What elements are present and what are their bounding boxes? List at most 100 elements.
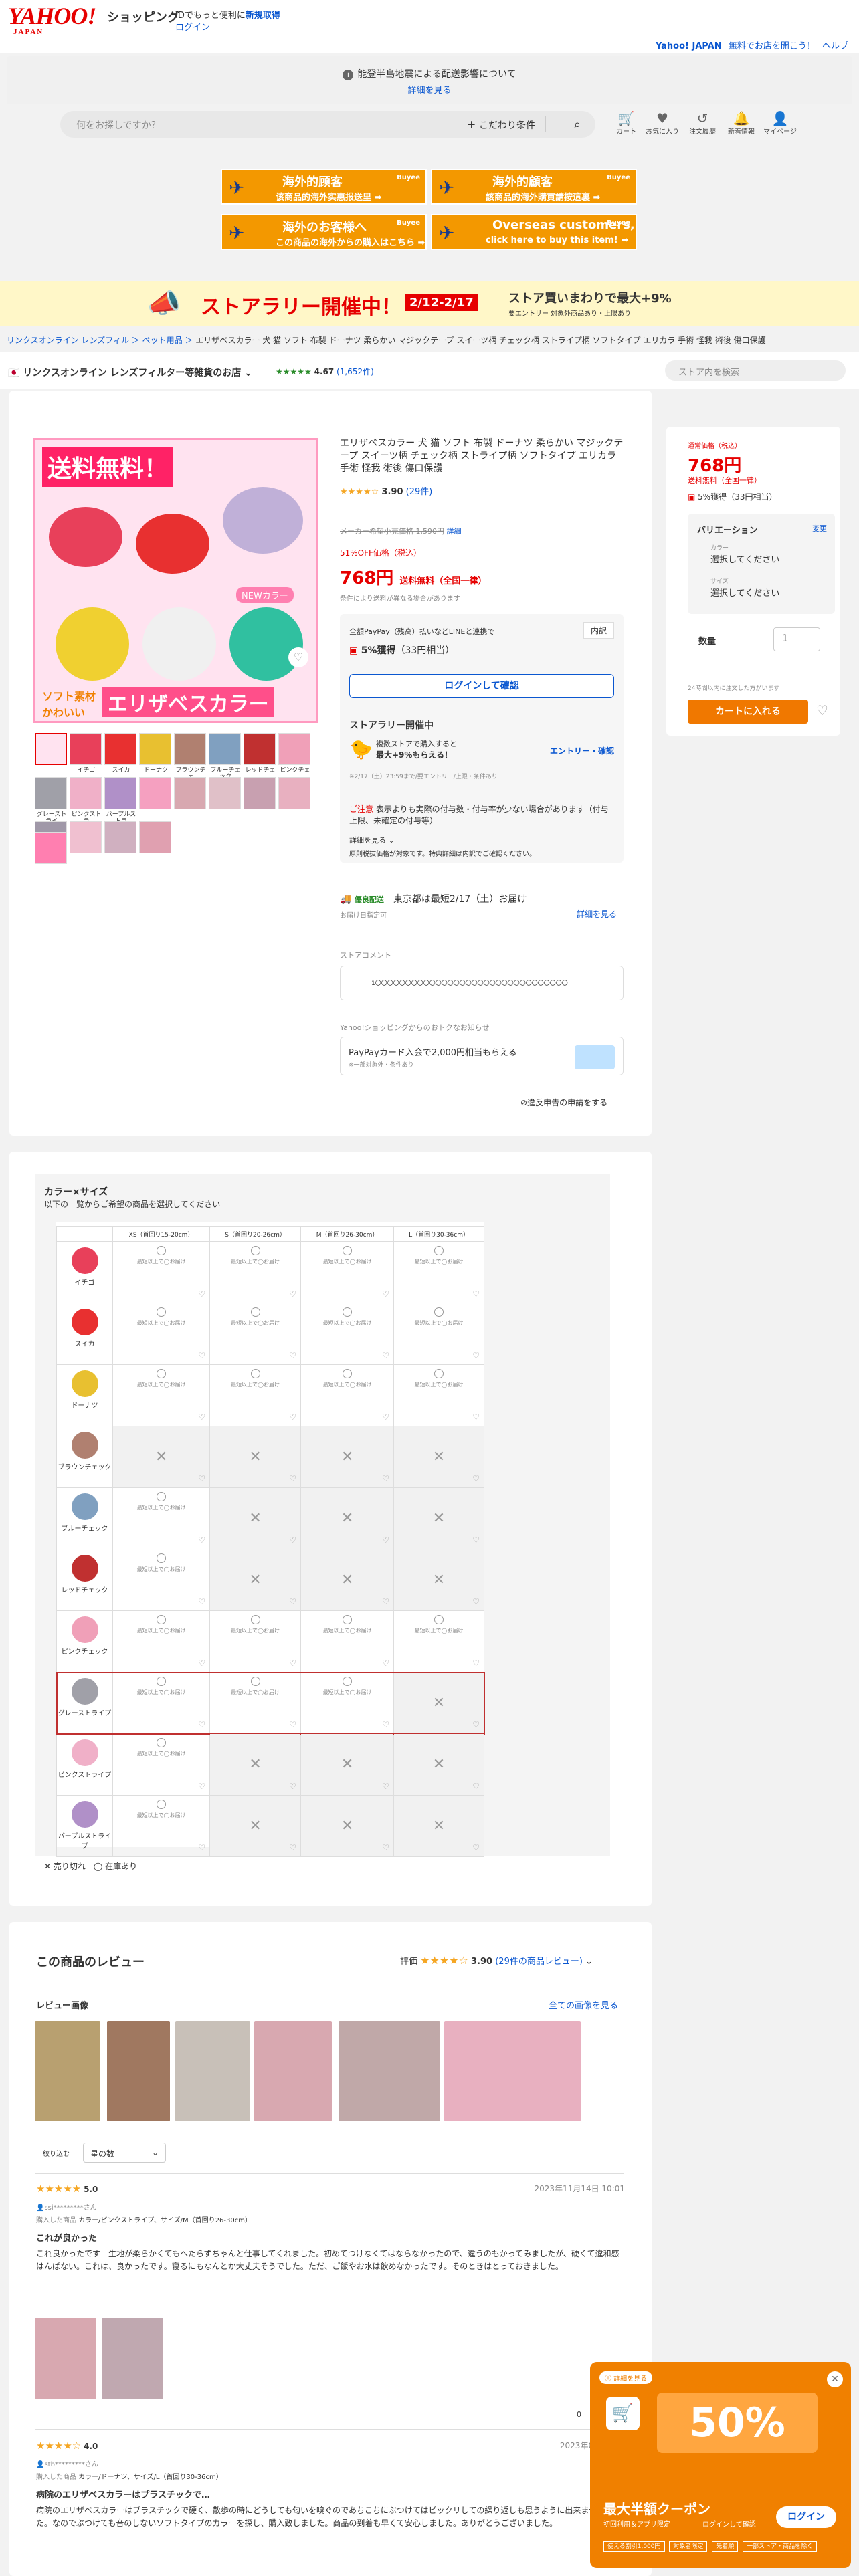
review-image[interactable]	[339, 2021, 440, 2121]
variation-option[interactable]: 最短以上で◯お届け ♡	[209, 1364, 302, 1426]
notice-detail-link[interactable]: 詳細を見る	[407, 83, 451, 96]
review-image[interactable]	[35, 2318, 96, 2399]
product-main-image[interactable]: 送料無料！ NEWカラー ソフト素材 かわいい エリザベスカラー ♡	[33, 438, 318, 723]
radio-button[interactable]	[434, 1246, 444, 1255]
heart-icon[interactable]: ♡	[198, 1720, 205, 1729]
product-thumbnail[interactable]	[139, 821, 171, 853]
list-price-detail-link[interactable]: 詳細	[447, 527, 462, 536]
search-icon[interactable]: ⌕	[574, 118, 581, 132]
heart-icon[interactable]: ♡	[289, 1843, 296, 1852]
heart-icon[interactable]: ♡	[198, 1289, 205, 1299]
nav-notifications[interactable]: 🔔 新着情報	[721, 111, 761, 136]
variation-option[interactable]: 最短以上で◯お届け ♡	[300, 1672, 395, 1734]
product-rating[interactable]: ★★★★☆ 3.90 (29件)	[340, 484, 432, 497]
heart-icon[interactable]: ♡	[472, 1351, 480, 1360]
variation-option[interactable]: 最短以上で◯お届け ♡	[300, 1364, 395, 1426]
product-thumbnail[interactable]: レッドチェ	[244, 733, 276, 774]
heart-icon[interactable]: ♡	[382, 1412, 389, 1422]
radio-button[interactable]	[250, 1246, 260, 1255]
variation-option[interactable]: 最短以上で◯お届け ♡	[300, 1241, 395, 1303]
store-rally-banner[interactable]: 📣 ストアラリー開催中！ 2/12-2/17 ストア買いまわりで最大+9% 要エ…	[0, 281, 859, 326]
add-to-cart-button[interactable]: カートに入れる	[688, 700, 808, 724]
overseas-banner-cn-simplified[interactable]: ✈ Buyee 海外的顾客 该商品的海外实惠报送里 ➡	[221, 169, 427, 205]
review-image[interactable]	[107, 2021, 170, 2121]
rally-entry-link[interactable]: エントリー・確認	[550, 745, 614, 756]
radio-button[interactable]	[343, 1369, 353, 1378]
coupon-login-button[interactable]: ログイン	[776, 2506, 836, 2528]
star-filter-select[interactable]: 星の数 ⌄	[83, 2143, 166, 2163]
breadcrumb-pet[interactable]: ペット用品	[142, 336, 183, 345]
variation-option[interactable]: 最短以上で◯お届け ♡	[112, 1364, 211, 1426]
store-rating[interactable]: ★★★★★ 4.67 (1,652件)	[276, 366, 374, 377]
heart-icon[interactable]: ♡	[472, 1782, 480, 1791]
favorite-heart-icon[interactable]: ♡	[816, 702, 828, 718]
variation-change-link[interactable]: 変更	[812, 523, 827, 534]
radio-button[interactable]	[157, 1738, 167, 1747]
heart-icon[interactable]: ♡	[382, 1351, 389, 1360]
product-thumbnail[interactable]: ピンクチェ	[278, 733, 310, 774]
heart-icon[interactable]: ♡	[289, 1474, 296, 1483]
nav-favorites[interactable]: ♥ お気に入り	[642, 111, 682, 136]
radio-button[interactable]	[343, 1307, 353, 1317]
heart-icon[interactable]: ♡	[382, 1720, 389, 1729]
caution-more[interactable]: 詳細を見る ⌄	[349, 835, 395, 845]
variation-option[interactable]: 最短以上で◯お届け ♡	[209, 1672, 302, 1734]
overseas-banner-jp[interactable]: ✈ Buyee 海外のお客様へ この商品の海外からの購入はこちら ➡	[221, 214, 427, 250]
product-thumbnail[interactable]	[278, 777, 310, 809]
conditions-button[interactable]: ＋ こだわり条件	[467, 118, 535, 132]
product-thumbnail[interactable]: ブルーチェック	[209, 733, 241, 780]
favorite-heart-icon[interactable]: ♡	[288, 647, 308, 667]
radio-button[interactable]	[434, 1615, 444, 1624]
product-thumbnail[interactable]: ピンクストラ	[70, 777, 102, 825]
heart-icon[interactable]: ♡	[198, 1843, 205, 1852]
heart-icon[interactable]: ♡	[472, 1412, 480, 1422]
search-input[interactable]: 何をお探しですか？	[76, 118, 161, 132]
radio-button[interactable]	[157, 1800, 167, 1809]
heart-icon[interactable]: ♡	[472, 1535, 480, 1545]
new-registration-link[interactable]: 新規取得	[246, 11, 280, 21]
heart-icon[interactable]: ♡	[289, 1412, 296, 1422]
heart-icon[interactable]: ♡	[382, 1782, 389, 1791]
heart-icon[interactable]: ♡	[198, 1535, 205, 1545]
delivery-detail-link[interactable]: 詳細を見る	[577, 908, 617, 920]
heart-icon[interactable]: ♡	[382, 1474, 389, 1483]
variation-option[interactable]: 最短以上で◯お届け ♡	[112, 1487, 211, 1549]
variation-option[interactable]: 最短以上で◯お届け ♡	[112, 1610, 211, 1673]
heart-icon[interactable]: ♡	[198, 1351, 205, 1360]
store-search-input[interactable]: ストア内を検索	[665, 360, 846, 381]
variation-option[interactable]: 最短以上で◯お届け ♡	[112, 1672, 211, 1734]
heart-icon[interactable]: ♡	[382, 1535, 389, 1545]
overseas-banner-en[interactable]: ✈ Buyee Overseas customers, click here to b…	[431, 214, 637, 250]
radio-button[interactable]	[250, 1615, 260, 1624]
variation-option[interactable]: 最短以上で◯お届け ♡	[393, 1610, 484, 1673]
variation-option[interactable]: 最短以上で◯お届け ♡	[112, 1241, 211, 1303]
variation-option[interactable]: 最短以上で◯お届け ♡	[112, 1795, 211, 1857]
heart-icon[interactable]: ♡	[198, 1597, 205, 1606]
product-thumbnail[interactable]	[35, 832, 67, 864]
heart-icon[interactable]: ♡	[472, 1658, 480, 1668]
help-link[interactable]: ヘルプ	[822, 41, 848, 51]
helpful-count[interactable]: 0	[577, 2410, 581, 2419]
breadcrumb-store[interactable]: リンクスオンライン レンズフィル	[7, 336, 129, 345]
review-image[interactable]	[102, 2318, 163, 2399]
variation-box[interactable]: バリエーション 変更 カラー 選択してください サイズ 選択してください	[688, 514, 835, 614]
radio-button[interactable]	[157, 1492, 167, 1501]
heart-icon[interactable]: ♡	[289, 1351, 296, 1360]
radio-button[interactable]	[434, 1307, 444, 1317]
radio-button[interactable]	[250, 1369, 260, 1378]
heart-icon[interactable]: ♡	[472, 1720, 480, 1729]
product-thumbnail[interactable]: ドーナツ	[139, 733, 171, 774]
heart-icon[interactable]: ♡	[198, 1658, 205, 1668]
heart-icon[interactable]: ♡	[289, 1597, 296, 1606]
radio-button[interactable]	[157, 1615, 167, 1624]
heart-icon[interactable]: ♡	[382, 1597, 389, 1606]
variation-option[interactable]: 最短以上で◯お届け ♡	[393, 1364, 484, 1426]
search-bar[interactable]: 何をお探しですか？ ＋ こだわり条件 ⌕	[60, 111, 595, 138]
yahoo-japan-link[interactable]: Yahoo! JAPAN	[656, 41, 722, 51]
heart-icon[interactable]: ♡	[289, 1289, 296, 1299]
heart-icon[interactable]: ♡	[198, 1782, 205, 1791]
product-thumbnail[interactable]	[174, 777, 206, 809]
heart-icon[interactable]: ♡	[289, 1720, 296, 1729]
heart-icon[interactable]: ♡	[472, 1843, 480, 1852]
variation-option[interactable]: 最短以上で◯お届け ♡	[209, 1303, 302, 1365]
